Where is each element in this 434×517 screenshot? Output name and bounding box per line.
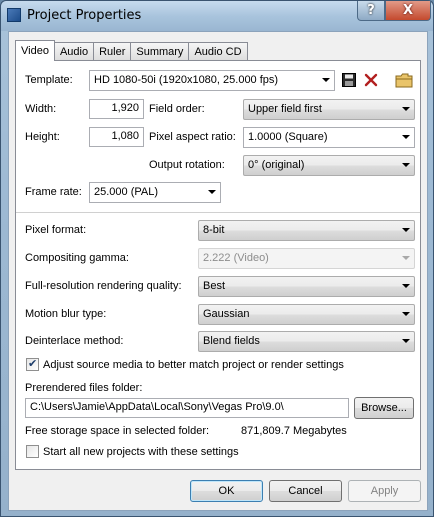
pixel-aspect-label: Pixel aspect ratio: <box>149 131 236 143</box>
height-field[interactable]: 1,080 <box>89 127 144 147</box>
delete-icon <box>364 73 378 87</box>
help-button[interactable]: ? <box>357 1 385 21</box>
prerendered-folder-label: Prerendered files folder: <box>25 382 143 394</box>
ok-button[interactable]: OK <box>190 480 263 502</box>
adjust-source-checkbox[interactable] <box>26 357 39 371</box>
full-res-quality-dropdown[interactable]: Best <box>198 276 415 297</box>
pixel-format-label: Pixel format: <box>25 224 87 236</box>
template-value: HD 1080-50i (1920x1080, 25.000 fps) <box>94 74 279 86</box>
project-properties-window: Project Properties ? X Video Audio Ruler… <box>0 0 434 517</box>
compositing-gamma-dropdown: 2.222 (Video) <box>198 248 415 269</box>
compositing-gamma-label: Compositing gamma: <box>25 252 129 264</box>
chevron-down-icon <box>402 339 410 343</box>
tab-audio[interactable]: Audio <box>53 42 95 61</box>
chevron-down-icon <box>402 163 410 167</box>
motion-blur-dropdown[interactable]: Gaussian <box>198 304 415 325</box>
chevron-down-icon <box>208 190 216 194</box>
start-all-projects-checkbox[interactable] <box>26 445 39 458</box>
adjust-source-label: Adjust source media to better match proj… <box>43 359 344 371</box>
chevron-down-icon <box>402 256 410 260</box>
width-label: Width: <box>25 103 57 115</box>
frame-rate-dropdown[interactable]: 25.000 (PAL) <box>89 182 221 203</box>
deinterlace-dropdown[interactable]: Blend fields <box>198 331 415 352</box>
height-label: Height: <box>25 131 60 143</box>
chevron-down-icon <box>402 228 410 232</box>
pixel-format-value: 8-bit <box>203 224 225 236</box>
window-title: Project Properties <box>27 8 142 23</box>
pixel-aspect-value: 1.0000 (Square) <box>248 131 328 143</box>
app-icon <box>7 8 21 22</box>
tab-audio-cd[interactable]: Audio CD <box>188 42 248 61</box>
start-all-projects-label: Start all new projects with these settin… <box>43 446 239 458</box>
free-storage-value: 871,809.7 Megabytes <box>241 425 347 437</box>
chevron-down-icon <box>402 284 410 288</box>
output-rotation-value: 0° (original) <box>248 159 305 171</box>
apply-button[interactable]: Apply <box>348 480 421 502</box>
frame-rate-label: Frame rate: <box>25 186 82 198</box>
cancel-button[interactable]: Cancel <box>269 480 342 502</box>
save-template-button[interactable] <box>339 70 359 90</box>
compositing-gamma-value: 2.222 (Video) <box>203 252 269 264</box>
template-dropdown[interactable]: HD 1080-50i (1920x1080, 25.000 fps) <box>89 70 335 91</box>
full-res-quality-label: Full-resolution rendering quality: <box>25 280 182 292</box>
width-field[interactable]: 1,920 <box>89 99 144 119</box>
tab-strip: Video Audio Ruler Summary Audio CD <box>15 40 248 61</box>
field-order-dropdown[interactable]: Upper field first <box>243 99 415 120</box>
deinterlace-label: Deinterlace method: <box>25 335 124 347</box>
field-order-label: Field order: <box>149 103 205 115</box>
motion-blur-label: Motion blur type: <box>25 308 107 320</box>
field-order-value: Upper field first <box>248 103 322 115</box>
pixel-aspect-dropdown[interactable]: 1.0000 (Square) <box>243 127 415 148</box>
free-storage-label: Free storage space in selected folder: <box>25 425 210 437</box>
prerendered-folder-field[interactable]: C:\Users\Jamie\AppData\Local\Sony\Vegas … <box>25 398 349 418</box>
frame-rate-value: 25.000 (PAL) <box>94 186 159 198</box>
dialog-client: Video Audio Ruler Summary Audio CD Templ… <box>8 31 428 511</box>
title-bar[interactable]: Project Properties ? X <box>1 1 433 31</box>
chevron-down-icon <box>402 135 410 139</box>
delete-template-button[interactable] <box>361 70 381 90</box>
divider <box>16 212 420 213</box>
output-rotation-dropdown[interactable]: 0° (original) <box>243 155 415 176</box>
motion-blur-value: Gaussian <box>203 308 250 320</box>
folder-icon <box>395 73 413 87</box>
template-label: Template: <box>25 74 73 86</box>
chevron-down-icon <box>322 78 330 82</box>
close-button[interactable]: X <box>385 1 431 21</box>
output-rotation-label: Output rotation: <box>149 159 225 171</box>
pixel-format-dropdown[interactable]: 8-bit <box>198 220 415 241</box>
save-icon <box>342 73 356 87</box>
browse-button[interactable]: Browse... <box>354 397 414 419</box>
chevron-down-icon <box>402 312 410 316</box>
video-tab-panel: Template: HD 1080-50i (1920x1080, 25.000… <box>15 60 421 470</box>
tab-ruler[interactable]: Ruler <box>93 42 132 61</box>
tab-video[interactable]: Video <box>15 40 55 61</box>
deinterlace-value: Blend fields <box>203 335 260 347</box>
full-res-quality-value: Best <box>203 280 226 292</box>
tab-summary[interactable]: Summary <box>130 42 190 61</box>
chevron-down-icon <box>402 107 410 111</box>
open-folder-button[interactable] <box>394 70 414 90</box>
